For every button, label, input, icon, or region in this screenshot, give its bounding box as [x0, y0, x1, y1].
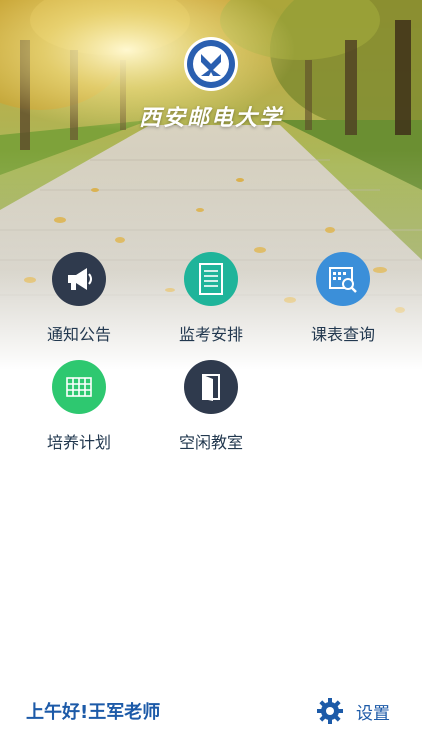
school-name: 西安邮电大学: [138, 105, 283, 131]
document-icon: [184, 252, 238, 306]
school-emblem-icon: [184, 37, 238, 91]
menu-item-training-plan[interactable]: 培养计划: [19, 360, 139, 453]
school-logo: [183, 36, 239, 92]
menu-label: 培养计划: [46, 433, 111, 452]
menu-label: 通知公告: [46, 325, 111, 344]
gear-icon: [317, 698, 343, 724]
calendar-search-icon: [316, 252, 370, 306]
table-grid-icon: [52, 360, 106, 414]
menu-label: 监考安排: [178, 325, 243, 344]
greeting-text: 上午好!王军老师: [26, 702, 161, 723]
menu-item-free-classroom[interactable]: 空闲教室: [151, 360, 271, 453]
open-door-icon: [184, 360, 238, 414]
menu-label: 空闲教室: [178, 433, 243, 452]
settings-button[interactable]: 设置: [316, 694, 396, 728]
menu-label: 课表查询: [310, 325, 375, 344]
menu-item-exam-proctoring[interactable]: 监考安排: [151, 252, 271, 345]
menu-item-notices[interactable]: 通知公告: [19, 252, 139, 345]
settings-label: 设置: [356, 703, 390, 724]
menu-item-timetable[interactable]: 课表查询: [283, 252, 403, 345]
megaphone-icon: [52, 252, 106, 306]
